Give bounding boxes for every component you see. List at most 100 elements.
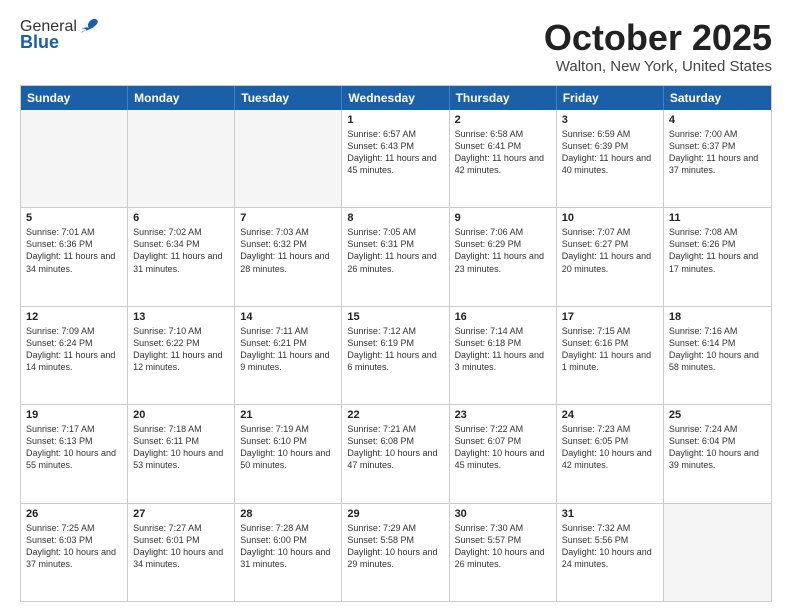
cell-date-number: 30: [455, 508, 551, 520]
cell-date-number: 6: [133, 212, 229, 224]
cell-date-number: 2: [455, 114, 551, 126]
cell-day-info: Sunrise: 7:08 AMSunset: 6:26 PMDaylight:…: [669, 226, 766, 275]
day-cell-21: 21Sunrise: 7:19 AMSunset: 6:10 PMDayligh…: [235, 405, 342, 502]
cell-date-number: 31: [562, 508, 658, 520]
calendar-row-4: 19Sunrise: 7:17 AMSunset: 6:13 PMDayligh…: [21, 404, 771, 502]
day-cell-7: 7Sunrise: 7:03 AMSunset: 6:32 PMDaylight…: [235, 208, 342, 305]
cell-day-info: Sunrise: 7:30 AMSunset: 5:57 PMDaylight:…: [455, 522, 551, 571]
day-cell-22: 22 Sunrise: 7:21 AMSunset: 6:08 PMDayligh…: [342, 405, 449, 502]
day-cell-18: 18 Sunrise: 7:16 AMSunset: 6:14 PMDayligh…: [664, 307, 771, 404]
cell-date-number: 24: [562, 409, 658, 421]
day-cell-26: 26 Sunrise: 7:25 AMSunset: 6:03 PMDayligh…: [21, 504, 128, 601]
cell-date-number: 23: [455, 409, 551, 421]
day-cell-15: 15Sunrise: 7:12 AMSunset: 6:19 PMDayligh…: [342, 307, 449, 404]
day-cell-20: 20 Sunrise: 7:18 AMSunset: 6:11 PMDayligh…: [128, 405, 235, 502]
cell-day-info: Sunrise: 6:58 AMSunset: 6:41 PMDaylight:…: [455, 128, 551, 177]
cell-day-info: Sunrise: 7:15 AMSunset: 6:16 PMDaylight:…: [562, 325, 658, 374]
month-title: October 2025: [544, 18, 772, 58]
calendar-page: General Blue October 2025 Walton, New Yo…: [0, 0, 792, 612]
cell-date-number: 27: [133, 508, 229, 520]
day-cell-31: 31 Sunrise: 7:32 AMSunset: 5:56 PMDayligh…: [557, 504, 664, 601]
cell-day-info: Sunrise: 6:57 AMSunset: 6:43 PMDaylight:…: [347, 128, 443, 177]
cell-date-number: 5: [26, 212, 122, 224]
cell-date-number: 17: [562, 311, 658, 323]
cell-day-info: Sunrise: 7:06 AMSunset: 6:29 PMDaylight:…: [455, 226, 551, 275]
cell-day-info: Sunrise: 6:59 AMSunset: 6:39 PMDaylight:…: [562, 128, 658, 177]
cell-day-info: Sunrise: 7:28 AMSunset: 6:00 PMDaylight:…: [240, 522, 336, 571]
calendar-header-row: SundayMondayTuesdayWednesdayThursdayFrid…: [21, 86, 771, 110]
day-header-sunday: Sunday: [21, 86, 128, 110]
cell-date-number: 29: [347, 508, 443, 520]
cell-date-number: 26: [26, 508, 122, 520]
cell-day-info: Sunrise: 7:25 AMSunset: 6:03 PMDaylight:…: [26, 522, 122, 571]
cell-day-info: Sunrise: 7:12 AMSunset: 6:19 PMDaylight:…: [347, 325, 443, 374]
cell-day-info: Sunrise: 7:24 AMSunset: 6:04 PMDaylight:…: [669, 423, 766, 472]
day-cell-25: 25 Sunrise: 7:24 AMSunset: 6:04 PMDayligh…: [664, 405, 771, 502]
day-cell-29: 29Sunrise: 7:29 AMSunset: 5:58 PMDayligh…: [342, 504, 449, 601]
day-header-tuesday: Tuesday: [235, 86, 342, 110]
cell-date-number: 14: [240, 311, 336, 323]
day-header-wednesday: Wednesday: [342, 86, 449, 110]
cell-day-info: Sunrise: 7:10 AMSunset: 6:22 PMDaylight:…: [133, 325, 229, 374]
day-cell-16: 16Sunrise: 7:14 AMSunset: 6:18 PMDayligh…: [450, 307, 557, 404]
cell-date-number: 7: [240, 212, 336, 224]
page-header: General Blue October 2025 Walton, New Yo…: [20, 18, 772, 75]
empty-cell: [128, 110, 235, 207]
cell-day-info: Sunrise: 7:18 AMSunset: 6:11 PMDaylight:…: [133, 423, 229, 472]
day-header-monday: Monday: [128, 86, 235, 110]
day-cell-30: 30 Sunrise: 7:30 AMSunset: 5:57 PMDayligh…: [450, 504, 557, 601]
empty-cell: [21, 110, 128, 207]
day-cell-6: 6 Sunrise: 7:02 AMSunset: 6:34 PMDaylight…: [128, 208, 235, 305]
day-cell-3: 3 Sunrise: 6:59 AMSunset: 6:39 PMDaylight…: [557, 110, 664, 207]
cell-date-number: 28: [240, 508, 336, 520]
cell-day-info: Sunrise: 7:07 AMSunset: 6:27 PMDaylight:…: [562, 226, 658, 275]
day-cell-23: 23Sunrise: 7:22 AMSunset: 6:07 PMDayligh…: [450, 405, 557, 502]
cell-date-number: 19: [26, 409, 122, 421]
day-cell-19: 19Sunrise: 7:17 AMSunset: 6:13 PMDayligh…: [21, 405, 128, 502]
logo-blue-text: Blue: [20, 32, 59, 53]
day-cell-11: 11 Sunrise: 7:08 AMSunset: 6:26 PMDayligh…: [664, 208, 771, 305]
calendar-grid: SundayMondayTuesdayWednesdayThursdayFrid…: [20, 85, 772, 602]
cell-date-number: 9: [455, 212, 551, 224]
empty-cell: [235, 110, 342, 207]
day-cell-9: 9 Sunrise: 7:06 AMSunset: 6:29 PMDaylight…: [450, 208, 557, 305]
cell-day-info: Sunrise: 7:32 AMSunset: 5:56 PMDaylight:…: [562, 522, 658, 571]
day-header-friday: Friday: [557, 86, 664, 110]
day-cell-10: 10 Sunrise: 7:07 AMSunset: 6:27 PMDayligh…: [557, 208, 664, 305]
day-cell-14: 14Sunrise: 7:11 AMSunset: 6:21 PMDayligh…: [235, 307, 342, 404]
cell-day-info: Sunrise: 7:21 AMSunset: 6:08 PMDaylight:…: [347, 423, 443, 472]
cell-date-number: 4: [669, 114, 766, 126]
day-cell-8: 8Sunrise: 7:05 AMSunset: 6:31 PMDaylight…: [342, 208, 449, 305]
day-cell-12: 12Sunrise: 7:09 AMSunset: 6:24 PMDayligh…: [21, 307, 128, 404]
calendar-body: 1 Sunrise: 6:57 AMSunset: 6:43 PMDaylight…: [21, 110, 771, 601]
cell-day-info: Sunrise: 7:27 AMSunset: 6:01 PMDaylight:…: [133, 522, 229, 571]
day-cell-4: 4 Sunrise: 7:00 AMSunset: 6:37 PMDaylight…: [664, 110, 771, 207]
title-block: October 2025 Walton, New York, United St…: [544, 18, 772, 75]
cell-date-number: 13: [133, 311, 229, 323]
calendar-row-2: 5 Sunrise: 7:01 AMSunset: 6:36 PMDaylight…: [21, 207, 771, 305]
day-cell-2: 2 Sunrise: 6:58 AMSunset: 6:41 PMDaylight…: [450, 110, 557, 207]
day-cell-27: 27 Sunrise: 7:27 AMSunset: 6:01 PMDayligh…: [128, 504, 235, 601]
cell-day-info: Sunrise: 7:09 AMSunset: 6:24 PMDaylight:…: [26, 325, 122, 374]
cell-day-info: Sunrise: 7:02 AMSunset: 6:34 PMDaylight:…: [133, 226, 229, 275]
cell-date-number: 20: [133, 409, 229, 421]
day-header-thursday: Thursday: [450, 86, 557, 110]
cell-date-number: 18: [669, 311, 766, 323]
cell-day-info: Sunrise: 7:00 AMSunset: 6:37 PMDaylight:…: [669, 128, 766, 177]
cell-day-info: Sunrise: 7:16 AMSunset: 6:14 PMDaylight:…: [669, 325, 766, 374]
cell-date-number: 10: [562, 212, 658, 224]
cell-date-number: 3: [562, 114, 658, 126]
cell-date-number: 11: [669, 212, 766, 224]
cell-date-number: 1: [347, 114, 443, 126]
day-cell-17: 17 Sunrise: 7:15 AMSunset: 6:16 PMDayligh…: [557, 307, 664, 404]
calendar-row-1: 1 Sunrise: 6:57 AMSunset: 6:43 PMDaylight…: [21, 110, 771, 207]
cell-day-info: Sunrise: 7:05 AMSunset: 6:31 PMDaylight:…: [347, 226, 443, 275]
day-cell-1: 1 Sunrise: 6:57 AMSunset: 6:43 PMDaylight…: [342, 110, 449, 207]
cell-date-number: 25: [669, 409, 766, 421]
cell-date-number: 16: [455, 311, 551, 323]
day-cell-28: 28 Sunrise: 7:28 AMSunset: 6:00 PMDayligh…: [235, 504, 342, 601]
cell-date-number: 21: [240, 409, 336, 421]
day-cell-13: 13 Sunrise: 7:10 AMSunset: 6:22 PMDayligh…: [128, 307, 235, 404]
cell-day-info: Sunrise: 7:01 AMSunset: 6:36 PMDaylight:…: [26, 226, 122, 275]
cell-date-number: 22: [347, 409, 443, 421]
